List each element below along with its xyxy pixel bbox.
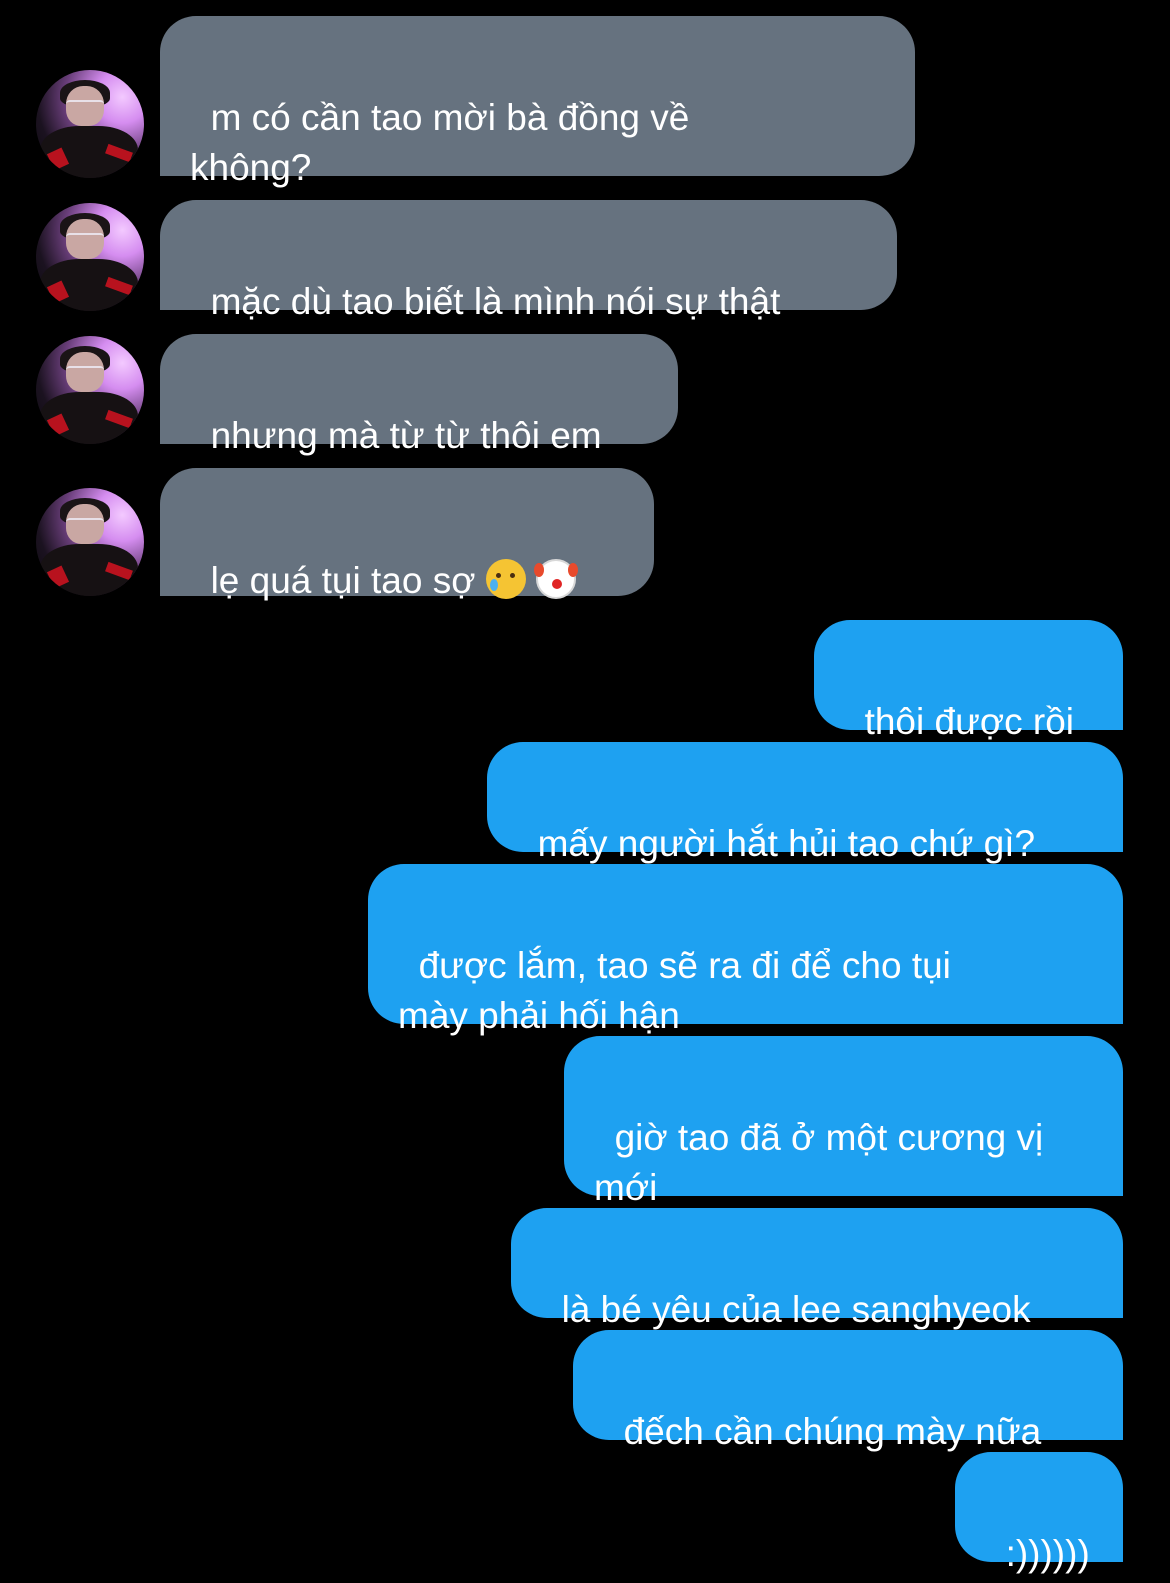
message-text: thôi được rồi bbox=[864, 701, 1075, 742]
message-text: mấy người hắt hủi tao chứ gì? bbox=[537, 823, 1036, 864]
crying-face-icon bbox=[485, 559, 526, 599]
incoming-message[interactable]: lẹ quá tụi tao sợ bbox=[160, 468, 654, 601]
avatar-glasses-shape bbox=[66, 233, 104, 243]
incoming-message[interactable]: nhưng mà từ từ thôi em bbox=[160, 334, 678, 456]
incoming-avatar[interactable] bbox=[36, 488, 144, 596]
clown-face-icon bbox=[533, 559, 576, 599]
incoming-message[interactable]: m có cần tao mời bà đồng về không? bbox=[160, 16, 915, 188]
outgoing-message[interactable]: đếch cần chúng mày nữa bbox=[573, 1330, 1123, 1452]
avatar-glasses-shape bbox=[66, 518, 104, 528]
incoming-avatar[interactable] bbox=[36, 70, 144, 178]
message-text: :)))))) bbox=[1005, 1533, 1090, 1574]
message-text: được lắm, tao sẽ ra đi để cho tụi mày ph… bbox=[398, 945, 951, 1036]
message-text: mặc dù tao biết là mình nói sự thật bbox=[210, 281, 781, 322]
outgoing-message[interactable]: mấy người hắt hủi tao chứ gì? bbox=[487, 742, 1123, 864]
incoming-message[interactable]: mặc dù tao biết là mình nói sự thật bbox=[160, 200, 897, 322]
outgoing-message[interactable]: được lắm, tao sẽ ra đi để cho tụi mày ph… bbox=[368, 864, 1123, 1036]
message-text: đếch cần chúng mày nữa bbox=[623, 1411, 1042, 1452]
incoming-avatar[interactable] bbox=[36, 203, 144, 311]
message-text: giờ tao đã ở một cương vị mới bbox=[594, 1117, 1044, 1208]
message-text: m có cần tao mời bà đồng về không? bbox=[190, 97, 690, 188]
message-text: là bé yêu của lee sanghyeok bbox=[561, 1289, 1031, 1330]
message-text: nhưng mà từ từ thôi em bbox=[210, 415, 602, 456]
avatar-glasses-shape bbox=[66, 366, 104, 376]
avatar-glasses-shape bbox=[66, 100, 104, 110]
incoming-avatar[interactable] bbox=[36, 336, 144, 444]
outgoing-message[interactable]: giờ tao đã ở một cương vị mới bbox=[564, 1036, 1123, 1208]
outgoing-message[interactable]: :)))))) bbox=[955, 1452, 1123, 1574]
message-text: lẹ quá tụi tao sợ bbox=[210, 560, 476, 601]
outgoing-message[interactable]: là bé yêu của lee sanghyeok bbox=[511, 1208, 1123, 1330]
outgoing-message[interactable]: thôi được rồi bbox=[814, 620, 1123, 742]
